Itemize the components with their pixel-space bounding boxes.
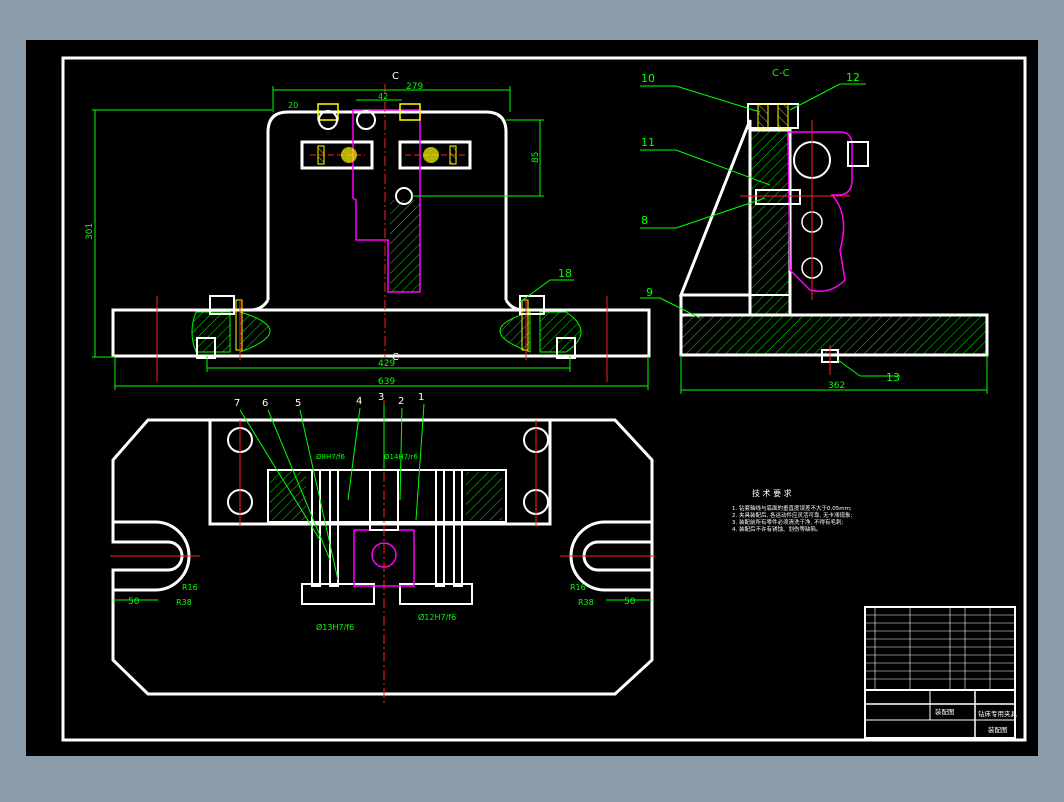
notes-title: 技 术 要 求 xyxy=(752,488,792,498)
callout-2: 2 xyxy=(398,396,404,407)
section-label-top: C xyxy=(392,71,399,82)
dim-42: 42 xyxy=(378,92,388,101)
note-line-1: 1. 钻套轴线与底面的垂直度误差不大于0.05mm; xyxy=(732,504,852,512)
callout-3: 3 xyxy=(378,392,384,403)
callout-8: 8 xyxy=(641,214,648,227)
callout-12: 12 xyxy=(846,71,860,84)
callout-5: 5 xyxy=(295,398,301,409)
fit-top-left: Ø8H7/f6 xyxy=(316,453,346,461)
dim-85: 85 xyxy=(531,152,541,163)
fit-bottom-right: Ø12H7/f6 xyxy=(418,612,456,622)
callout-4: 4 xyxy=(356,396,362,407)
callout-1: 1 xyxy=(418,392,424,403)
callout-11: 11 xyxy=(641,136,655,149)
note-line-3: 3. 装配前所有零件必须清洗干净, 不得有毛刺; xyxy=(732,518,843,526)
title-drawing-no: 装配图 xyxy=(935,707,955,716)
dim-r16-left: R16 xyxy=(182,583,198,592)
cad-drawing-viewport: C C 279 42 20 301 85 429 639 18 C-C 10 1… xyxy=(0,0,1064,798)
dim-50-left: 50 xyxy=(128,597,140,607)
dim-429: 429 xyxy=(378,359,395,369)
fit-top-right: Ø14H7/r6 xyxy=(384,453,418,461)
drawing-sheet xyxy=(26,40,1038,756)
callout-7: 7 xyxy=(234,398,240,409)
callout-18: 18 xyxy=(558,267,572,280)
callout-9: 9 xyxy=(646,286,653,299)
title-school: 装配图 xyxy=(988,725,1008,734)
dim-50-right: 50 xyxy=(624,597,636,607)
callout-13: 13 xyxy=(886,371,900,384)
dim-20: 20 xyxy=(288,101,298,110)
assembly-drawing: C C 279 42 20 301 85 429 639 18 C-C 10 1… xyxy=(26,40,1038,756)
dim-r38-right: R38 xyxy=(578,598,594,607)
fit-bottom-left: Ø13H7/f6 xyxy=(316,622,354,632)
note-line-4: 4. 装配后不许有锈蚀、划伤等缺陷。 xyxy=(732,525,822,533)
dim-362: 362 xyxy=(828,381,845,391)
dim-279: 279 xyxy=(406,82,423,92)
callout-10: 10 xyxy=(641,72,655,85)
dim-639: 639 xyxy=(378,377,395,387)
dim-r38-left: R38 xyxy=(176,598,192,607)
section-title-cc: C-C xyxy=(772,68,790,79)
title-drawing-name: 钻床专用夹具 xyxy=(978,709,1018,718)
dim-r16-right: R16 xyxy=(570,583,586,592)
callout-6: 6 xyxy=(262,398,268,409)
dim-301: 301 xyxy=(85,223,95,240)
note-line-2: 2. 夹具装配后, 各运动件应灵活可靠, 无卡滞现象; xyxy=(732,511,852,519)
